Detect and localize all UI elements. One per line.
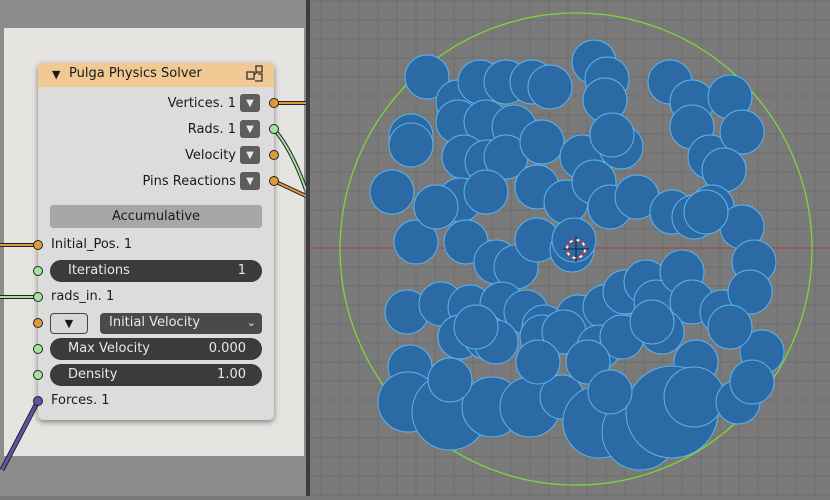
particle-circle [587, 369, 633, 415]
output-label: Pins Reactions [142, 173, 236, 189]
chevron-down-icon[interactable]: ▼ [240, 94, 260, 112]
chevron-down-icon[interactable]: ▼ [52, 68, 60, 81]
particle-circle [463, 169, 509, 215]
particle-circle [527, 64, 573, 110]
particle-circle [519, 119, 565, 165]
field-value: 1.00 [217, 367, 246, 382]
socket-rads-in[interactable] [33, 292, 43, 302]
input-initial-pos-label: Initial_Pos. 1 [51, 237, 133, 252]
particle-circle [453, 304, 499, 350]
field-label: Iterations [68, 263, 130, 278]
socket-max-velocity[interactable] [33, 344, 43, 354]
chevron-down-icon: ⌄ [246, 316, 256, 329]
particle-circle [629, 299, 675, 345]
particle-circle [589, 112, 635, 158]
particle-circle [719, 109, 765, 155]
node-editor: ▼ Pulga Physics Solver Vertices. 1 ▼ Rad… [0, 0, 306, 496]
viewport-canvas[interactable] [310, 0, 830, 496]
particle-circle [663, 366, 725, 428]
input-forces-label: Forces. 1 [51, 393, 110, 408]
socket-initial-velocity[interactable] [33, 318, 43, 328]
output-velocity: Velocity ▼ [185, 145, 260, 165]
output-label: Rads. 1 [187, 121, 236, 137]
field-label: Density [68, 367, 118, 382]
output-pins-reactions: Pins Reactions ▼ [142, 171, 260, 191]
chevron-down-icon: ▼ [64, 317, 74, 330]
select-value: Initial Velocity [109, 315, 201, 330]
particle-circle [515, 339, 561, 385]
node-header[interactable]: ▼ Pulga Physics Solver [38, 63, 274, 87]
particle-circle [427, 357, 473, 403]
particle-circle [729, 359, 775, 405]
socket-forces[interactable] [33, 396, 43, 406]
particle-circle [388, 122, 434, 168]
chevron-down-icon[interactable]: ▼ [240, 146, 260, 164]
particle-circle [413, 184, 459, 230]
output-vertices: Vertices. 1 ▼ [168, 93, 260, 113]
field-value: 1 [237, 263, 246, 278]
particle-circle [369, 169, 415, 215]
chevron-down-icon[interactable]: ▼ [240, 120, 260, 138]
output-label: Velocity [185, 147, 236, 163]
max-velocity-field[interactable]: Max Velocity 0.000 [50, 338, 262, 360]
velocity-mode-toggle[interactable]: ▼ [50, 313, 88, 334]
node-tree-icon[interactable] [246, 65, 264, 87]
3d-viewport[interactable] [310, 0, 830, 496]
pulga-physics-solver-node[interactable]: ▼ Pulga Physics Solver Vertices. 1 ▼ Rad… [33, 63, 279, 420]
iterations-field[interactable]: Iterations 1 [50, 260, 262, 282]
socket-initial-pos[interactable] [33, 240, 43, 250]
field-label: Max Velocity [68, 341, 151, 356]
output-label: Vertices. 1 [167, 95, 236, 111]
particle-circle [707, 304, 753, 350]
socket-density[interactable] [33, 370, 43, 380]
socket-rads-out[interactable] [269, 124, 279, 134]
socket-vertices-out[interactable] [269, 98, 279, 108]
input-rads-in-label: rads_in. 1 [51, 289, 115, 304]
density-field[interactable]: Density 1.00 [50, 364, 262, 386]
output-rads: Rads. 1 ▼ [188, 119, 260, 139]
accumulative-button[interactable]: Accumulative [50, 205, 262, 228]
chevron-down-icon[interactable]: ▼ [240, 172, 260, 190]
socket-iterations[interactable] [33, 266, 43, 276]
field-value: 0.000 [208, 341, 246, 356]
socket-pins-out[interactable] [269, 176, 279, 186]
node-title: Pulga Physics Solver [69, 66, 202, 81]
initial-velocity-select[interactable]: Initial Velocity ⌄ [100, 313, 262, 334]
socket-velocity-out[interactable] [269, 150, 279, 160]
particle-circle [683, 189, 729, 235]
